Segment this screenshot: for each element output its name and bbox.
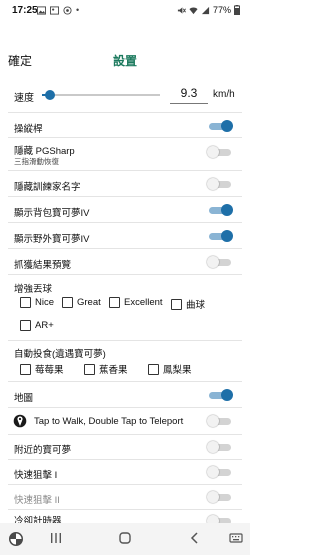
setting-wild-iv[interactable]: 顯示野外寶可夢IV: [0, 227, 250, 245]
setting-label: Tap to Walk, Double Tap to Teleport: [34, 416, 184, 427]
setting-label: 顯示背包寶可夢IV: [14, 208, 90, 219]
back-icon[interactable]: [188, 531, 202, 545]
nearby-pokemon-toggle[interactable]: [207, 441, 233, 453]
throw-option-curveball[interactable]: 曲球: [171, 297, 205, 311]
checkbox[interactable]: [148, 363, 159, 375]
setting-label: 抓獲結果預覽: [14, 260, 72, 271]
throw-option-ar-plus[interactable]: AR+: [20, 320, 54, 331]
divider: [8, 248, 242, 249]
checkbox[interactable]: [20, 297, 31, 308]
checkbox[interactable]: [109, 297, 120, 308]
bag-iv-toggle[interactable]: [207, 204, 233, 216]
divider: [8, 509, 242, 510]
hide-trainer-name-toggle[interactable]: [207, 178, 233, 190]
navigation-bar: [0, 523, 250, 555]
throw-option-excellent[interactable]: Excellent: [109, 297, 163, 308]
setting-label: 地圖: [14, 393, 34, 404]
setting-hide-trainer-name[interactable]: 隱藏訓練家名字: [0, 175, 250, 193]
battery-percent: 77%: [212, 5, 231, 15]
battery-icon: [234, 5, 240, 15]
joystick-toggle[interactable]: [207, 120, 233, 132]
divider: [8, 170, 242, 171]
enhanced-throw-label: 增強丟球: [14, 284, 53, 295]
speed-input[interactable]: 9.3: [170, 86, 208, 104]
recent-apps-icon[interactable]: [49, 531, 63, 545]
setting-catch-preview[interactable]: 抓獲結果預覽: [0, 253, 250, 271]
notification-icons: •: [37, 5, 79, 15]
setting-label: 隱藏訓練家名字: [14, 182, 81, 193]
speed-slider-thumb[interactable]: [45, 90, 56, 100]
speed-slider[interactable]: [42, 94, 160, 96]
divider: [8, 274, 242, 275]
berry-option-nanab[interactable]: 蕉香果: [84, 362, 128, 376]
setting-bag-iv[interactable]: 顯示背包寶可夢IV: [0, 201, 250, 219]
divider: [8, 340, 242, 341]
system-icons: 77%: [177, 5, 240, 15]
auto-feed-label: 自動投食(遺遇寶可夢): [14, 349, 106, 360]
enhanced-throw-section: 增強丟球 Nice Great Excellent 曲球 AR+: [0, 278, 250, 338]
throw-option-great[interactable]: Great: [62, 297, 101, 308]
quick-snipe-1-toggle[interactable]: [207, 466, 233, 478]
app-shortcut-icon[interactable]: [8, 531, 24, 547]
auto-feed-section: 自動投食(遺遇寶可夢) 莓莓果 蕉香果 鳳梨果: [0, 343, 250, 377]
setting-label: 操縱桿: [14, 124, 43, 135]
divider: [8, 381, 242, 382]
catch-preview-toggle[interactable]: [207, 256, 233, 268]
checkbox[interactable]: [171, 298, 182, 310]
checkbox[interactable]: [20, 320, 31, 331]
tap-to-walk-icon: [13, 414, 27, 428]
checkbox[interactable]: [20, 363, 31, 375]
more-notifications-dot: •: [76, 5, 80, 15]
mute-icon: [177, 6, 186, 14]
setting-tap-to-walk[interactable]: Tap to Walk, Double Tap to Teleport: [0, 411, 250, 431]
image-icon: [50, 5, 59, 15]
setting-label: 附近的寶可夢: [14, 445, 72, 456]
title-bar: 確定 設置: [0, 38, 250, 68]
divider: [8, 484, 242, 485]
signal-icon: [201, 6, 210, 14]
checkbox[interactable]: [62, 297, 73, 308]
home-icon[interactable]: [118, 531, 132, 545]
setting-label: 快速狙擊 II: [14, 495, 60, 506]
divider: [8, 112, 242, 113]
keyboard-icon[interactable]: [229, 531, 243, 545]
speed-unit: km/h: [213, 89, 235, 100]
throw-option-nice[interactable]: Nice: [20, 297, 54, 308]
quick-snipe-2-toggle[interactable]: [207, 491, 233, 503]
setting-map[interactable]: 地圖: [0, 386, 250, 404]
divider: [8, 196, 242, 197]
status-bar: 17:25 • 77%: [0, 0, 250, 22]
setting-label: 快速狙擊 I: [14, 470, 58, 481]
gallery-icon: [37, 5, 46, 15]
berry-option-razz[interactable]: 莓莓果: [20, 362, 64, 376]
divider: [8, 222, 242, 223]
wild-iv-toggle[interactable]: [207, 230, 233, 242]
cooldown-timer-toggle[interactable]: [207, 515, 233, 523]
setting-label: 隱藏 PGSharp: [14, 146, 75, 157]
map-toggle[interactable]: [207, 389, 233, 401]
notification-app-icon: [63, 5, 72, 15]
divider: [8, 407, 242, 408]
berry-option-pinap[interactable]: 鳳梨果: [148, 362, 192, 376]
wifi-icon: [189, 7, 198, 14]
divider: [8, 459, 242, 460]
setting-sublabel: 三指滑動恢復: [14, 157, 59, 166]
setting-nearby-pokemon[interactable]: 附近的寶可夢: [0, 438, 250, 456]
setting-label: 顯示野外寶可夢IV: [14, 234, 90, 245]
setting-quick-snipe-2[interactable]: 快速狙擊 II: [0, 488, 250, 506]
speed-label: 速度: [14, 93, 34, 104]
hide-pgsharp-toggle[interactable]: [207, 146, 233, 158]
setting-hide-pgsharp[interactable]: 隱藏 PGSharp 三指滑動恢復: [0, 140, 250, 168]
setting-quick-snipe-1[interactable]: 快速狙擊 I: [0, 463, 250, 481]
page-title: 設置: [112, 54, 137, 68]
setting-label: 冷卻計時器: [14, 516, 62, 523]
divider: [8, 137, 242, 138]
setting-cooldown-timer[interactable]: 冷卻計時器: [0, 512, 250, 523]
speed-row: 速度 9.3 km/h: [0, 82, 250, 108]
checkbox[interactable]: [84, 363, 95, 375]
status-time: 17:25: [12, 5, 38, 16]
setting-joystick[interactable]: 操縱桿: [0, 117, 250, 135]
tap-to-walk-toggle[interactable]: [207, 415, 233, 427]
divider: [8, 434, 242, 435]
